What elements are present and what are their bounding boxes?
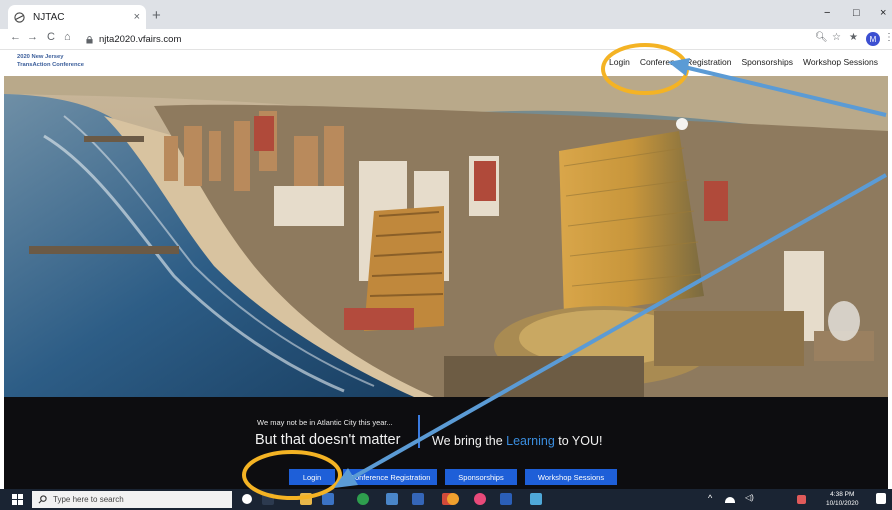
reload-icon[interactable]: C — [47, 31, 55, 43]
windows-taskbar: Type here to search ^ ◁) 4:38 PM 10/10/2… — [0, 489, 892, 510]
new-tab-button[interactable]: + — [152, 7, 161, 24]
nav-login[interactable]: Login — [609, 57, 630, 67]
globe-icon — [14, 11, 25, 23]
minimize-button[interactable]: − — [824, 7, 830, 19]
zoom-icon[interactable]: 🔍︎ — [815, 32, 828, 43]
photos-icon[interactable] — [474, 493, 486, 505]
tagline-right: We bring the Learning to YOU! — [432, 434, 603, 448]
notification-app-icon[interactable] — [797, 495, 806, 504]
task-view-icon[interactable] — [262, 493, 274, 505]
taskbar-search-box[interactable]: Type here to search — [32, 491, 232, 508]
tagline-right-pre: We bring the — [432, 434, 507, 448]
workshop-sessions-button[interactable]: Workshop Sessions — [525, 469, 617, 485]
tagline-right-highlight: Learning — [506, 434, 555, 448]
taskbar-time: 4:38 PM — [830, 491, 855, 498]
browser-tab-bar: NJTAC × + − □ × — [0, 0, 892, 29]
extension-icon[interactable]: ★ — [849, 32, 858, 43]
browser-tab[interactable]: NJTAC × — [8, 5, 146, 29]
cta-button-row: Login Conference Registration Sponsorshi… — [289, 469, 617, 485]
app-icon[interactable] — [412, 493, 424, 505]
tray-chevron-icon[interactable]: ^ — [708, 493, 712, 503]
bookmark-star-icon[interactable]: ☆ — [832, 32, 841, 43]
close-window-button[interactable]: × — [880, 7, 886, 19]
taskbar-search-placeholder: Type here to search — [53, 495, 124, 504]
chrome-icon[interactable] — [357, 493, 369, 505]
cortana-icon[interactable] — [242, 494, 252, 504]
file-explorer-icon[interactable] — [300, 493, 312, 505]
tagline-small: We may not be in Atlantic City this year… — [257, 418, 393, 427]
nav-conference-registration[interactable]: Conference Registration — [640, 57, 732, 67]
conference-registration-button[interactable]: Conference Registration — [343, 469, 437, 485]
city-skyline-illustration — [4, 76, 888, 397]
lock-icon — [86, 35, 93, 43]
tab-close-icon[interactable]: × — [134, 11, 140, 23]
tab-title: NJTAC — [33, 11, 65, 23]
nav-workshop-sessions[interactable]: Workshop Sessions — [803, 57, 878, 67]
mail-icon[interactable] — [386, 493, 398, 505]
logo-line-2: TransAction Conference — [17, 61, 85, 68]
sponsorships-button[interactable]: Sponsorships — [445, 469, 517, 485]
tagline-right-post: to YOU! — [554, 434, 603, 448]
url-text: njta2020.vfairs.com — [99, 34, 182, 45]
site-header: 2020 New Jersey TransAction Conference L… — [0, 50, 892, 76]
taskbar-clock[interactable]: 4:38 PM 10/10/2020 — [826, 490, 859, 508]
address-bar[interactable]: njta2020.vfairs.com — [86, 31, 846, 48]
site-logo[interactable]: 2020 New Jersey TransAction Conference — [17, 54, 97, 69]
nav-sponsorships[interactable]: Sponsorships — [742, 57, 794, 67]
taskbar-date: 10/10/2020 — [826, 500, 859, 507]
search-icon — [38, 495, 47, 504]
volume-icon[interactable]: ◁) — [745, 493, 754, 502]
cloud-icon[interactable] — [725, 497, 735, 503]
promo-band: We may not be in Atlantic City this year… — [4, 397, 888, 489]
app-orange-icon[interactable] — [447, 493, 459, 505]
site-nav: Login Conference Registration Sponsorshi… — [609, 57, 878, 67]
maximize-button[interactable]: □ — [853, 7, 860, 19]
tagline-divider — [418, 415, 420, 448]
pictures-icon[interactable] — [530, 493, 542, 505]
store-icon[interactable] — [322, 493, 334, 505]
login-button[interactable]: Login — [289, 469, 335, 485]
browser-toolbar: ← → C ⌂ njta2020.vfairs.com 🔍︎ ☆ ★ ⋮ — [0, 29, 892, 50]
hero-image — [4, 76, 888, 397]
logo-line-1: 2020 New Jersey — [17, 54, 64, 60]
tagline-big: But that doesn't matter — [255, 432, 401, 448]
forward-icon[interactable]: → — [27, 31, 38, 43]
home-icon[interactable]: ⌂ — [64, 31, 71, 43]
back-icon[interactable]: ← — [10, 31, 21, 43]
profile-avatar[interactable]: M — [866, 32, 880, 46]
windows-start-icon[interactable] — [12, 494, 23, 505]
word-icon[interactable] — [500, 493, 512, 505]
menu-icon[interactable]: ⋮ — [884, 32, 892, 43]
action-center-icon[interactable] — [876, 493, 886, 504]
